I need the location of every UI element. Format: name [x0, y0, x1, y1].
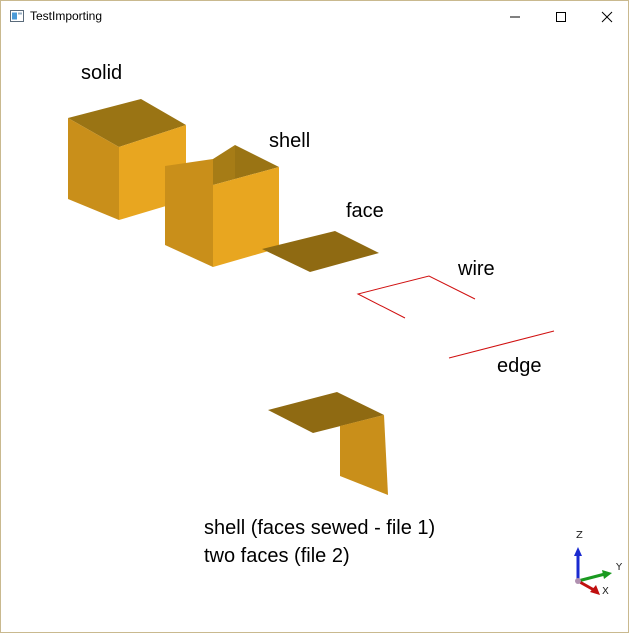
y-axis-label: Y [616, 562, 623, 573]
app-window: TestImporting solid shell face wire edge… [0, 0, 629, 633]
caption: shell (faces sewed - file 1) two faces (… [204, 514, 435, 570]
maximize-icon [556, 12, 566, 22]
3d-viewport[interactable]: solid shell face wire edge shell (faces … [1, 32, 628, 632]
label-shell: shell [269, 130, 311, 152]
two-faces-shape[interactable] [268, 392, 388, 495]
app-icon [10, 10, 24, 22]
caption-line-2: two faces (file 2) [204, 545, 350, 567]
axis-origin [575, 578, 581, 584]
face-shape[interactable] [262, 231, 379, 272]
x-axis-label: X [602, 586, 609, 597]
label-solid: solid [81, 62, 123, 84]
close-icon [601, 11, 613, 23]
z-axis-label: Z [576, 530, 583, 541]
window-title: TestImporting [30, 9, 103, 23]
y-axis-arrow [602, 570, 612, 579]
shell-inner-face [213, 145, 235, 185]
shell-left-face [165, 159, 213, 267]
two-faces-side [340, 415, 388, 495]
label-face: face [346, 200, 384, 222]
title-bar[interactable]: TestImporting [1, 1, 628, 32]
minimize-button[interactable] [492, 1, 538, 32]
z-axis-arrow [574, 547, 582, 556]
label-edge: edge [497, 355, 542, 377]
minimize-icon [510, 16, 520, 18]
y-axis-line [577, 572, 606, 583]
caption-line-1: shell (faces sewed - file 1) [204, 517, 436, 539]
close-button[interactable] [584, 1, 629, 32]
label-wire: wire [458, 258, 495, 280]
wire-shape[interactable] [356, 275, 476, 319]
maximize-button[interactable] [538, 1, 584, 32]
